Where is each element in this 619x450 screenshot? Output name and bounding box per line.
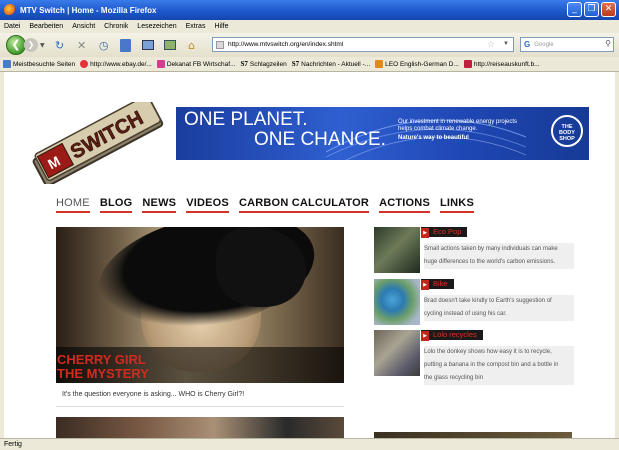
menu-bar: Datei Bearbeiten Ansicht Chronik Lesezei… [0,20,619,33]
nav-blog[interactable]: BLOG [99,197,133,213]
stop-icon[interactable]: ✕ [74,37,90,53]
sidebar-title[interactable]: ▶ Eco Pop [421,227,468,238]
menu-lesezeichen[interactable]: Lesezeichen [137,23,176,30]
url-dropdown-icon[interactable]: ▼ [503,41,509,47]
page-icon [156,60,165,68]
bookmark-nachrichten[interactable]: S7 Nachrichten - Aktuell -... [292,60,370,68]
bookmarks-icon[interactable] [118,37,134,53]
new-tab-icon[interactable] [140,37,156,53]
search-placeholder[interactable]: Google [534,42,553,48]
menu-ansicht[interactable]: Ansicht [72,23,95,30]
menu-chronik[interactable]: Chronik [104,23,128,30]
bookmark-dekanat[interactable]: Dekanat FB Wirtschaf... [156,60,235,68]
lower-feature-image[interactable] [56,417,344,438]
forward-button[interactable]: ❯ [24,38,38,52]
history-dropdown-icon[interactable]: ▼ [40,42,45,49]
window-titlebar: MTV Switch | Home - Mozilla Firefox _ ❐ … [0,0,619,20]
divider [56,406,344,407]
nav-carbon-calculator[interactable]: CARBON CALCULATOR [238,197,370,213]
site-identity-icon[interactable] [216,40,224,49]
google-icon[interactable]: G [524,40,530,49]
body-shop-logo: THE BODY SHOP [551,115,583,147]
menu-extras[interactable]: Extras [186,23,206,30]
sidebar-description: Small actions taken by many individuals … [424,243,574,269]
nav-home[interactable]: HOME [56,197,90,213]
maximize-button[interactable]: ❐ [584,2,599,17]
address-bar[interactable]: http://www.mtvswitch.org/en/index.shtml … [212,37,514,52]
bookmarks-toolbar: Meistbesuchte Seiten http://www.ebay.de/… [0,57,619,72]
bike-thumbnail[interactable] [374,279,420,325]
bookmark-star-icon[interactable]: ☆ [487,39,495,50]
page-content: M SWITCH ONE PLANET. ONE CHANCE. Our inv… [0,72,619,438]
sidebar-description: Brad doesn't take kindly to Earth's sugg… [424,295,574,321]
sidebar-title[interactable]: ▶ Lolo recycles [421,330,483,341]
search-icon[interactable]: ⚲ [605,39,611,48]
nav-videos[interactable]: VIDEOS [186,197,229,213]
feature-image[interactable]: CHERRY GIRL THE MYSTERY [56,227,344,383]
ebay-icon [80,60,89,68]
menu-bearbeiten[interactable]: Bearbeiten [29,23,63,30]
nav-news[interactable]: NEWS [142,197,177,213]
play-arrow-icon: ▶ [421,331,429,341]
banner-headline-2: ONE CHANCE. [254,129,386,150]
close-button[interactable]: ✕ [601,2,616,17]
firefox-icon [4,4,16,16]
eco-pop-thumbnail[interactable] [374,227,420,273]
mtv-switch-logo[interactable]: M SWITCH [22,102,172,184]
main-navigation: HOME BLOG NEWS VIDEOS CARBON CALCULATOR … [56,197,474,213]
history-clock-icon[interactable]: ◷ [96,37,112,53]
url-text[interactable]: http://www.mtvswitch.org/en/index.shtml [228,41,343,48]
home-icon[interactable]: ⌂ [184,37,200,53]
sidebar-title[interactable]: ▶ Bike [421,279,454,290]
spiegel-icon: S7 [240,60,248,68]
body-shop-banner[interactable]: ONE PLANET. ONE CHANCE. Our investment i… [176,107,589,160]
sidebar-description: Lolo the donkey shows how easy it is to … [424,346,574,385]
bookmark-schlagzeilen[interactable]: S7 Schlagzeilen [240,60,286,68]
banner-tagline: Our investment in renewable energy proje… [398,119,518,141]
menu-datei[interactable]: Datei [4,23,20,30]
bookmark-reiseauskunft[interactable]: http://reiseauskunft.b... [463,60,540,68]
play-arrow-icon: ▶ [421,280,429,290]
minimize-button[interactable]: _ [567,2,582,17]
window-controls: _ ❐ ✕ [567,2,616,17]
banner-headline-1: ONE PLANET. [184,109,308,130]
feature-description: It's the question everyone is asking... … [62,391,245,398]
db-icon [463,60,472,68]
bookmark-ebay[interactable]: http://www.ebay.de/... [80,60,152,68]
bookmark-leo[interactable]: LEO English-German D... [375,60,459,68]
leo-icon [375,60,384,68]
nav-links[interactable]: LINKS [439,197,474,213]
reload-icon[interactable]: ↻ [52,37,68,53]
lolo-thumbnail[interactable] [374,330,420,376]
nav-actions[interactable]: ACTIONS [379,197,430,213]
back-button[interactable]: ❮ [6,35,26,55]
folder-icon [3,60,11,68]
download-icon[interactable] [162,37,178,53]
play-arrow-icon: ▶ [421,228,429,238]
menu-hilfe[interactable]: Hilfe [214,23,228,30]
bookmark-meistbesuchte[interactable]: Meistbesuchte Seiten [3,60,75,68]
search-box[interactable]: G Google ⚲ [520,37,614,52]
spiegel-icon: S7 [291,60,300,68]
feature-caption[interactable]: CHERRY GIRL THE MYSTERY [57,353,149,381]
window-title: MTV Switch | Home - Mozilla Firefox [20,5,157,15]
navigation-toolbar: ❮ ❯ ▼ ↻ ✕ ◷ ⌂ http://www.mtvswitch.org/e… [0,33,619,57]
status-bar: Fertig [0,438,619,450]
